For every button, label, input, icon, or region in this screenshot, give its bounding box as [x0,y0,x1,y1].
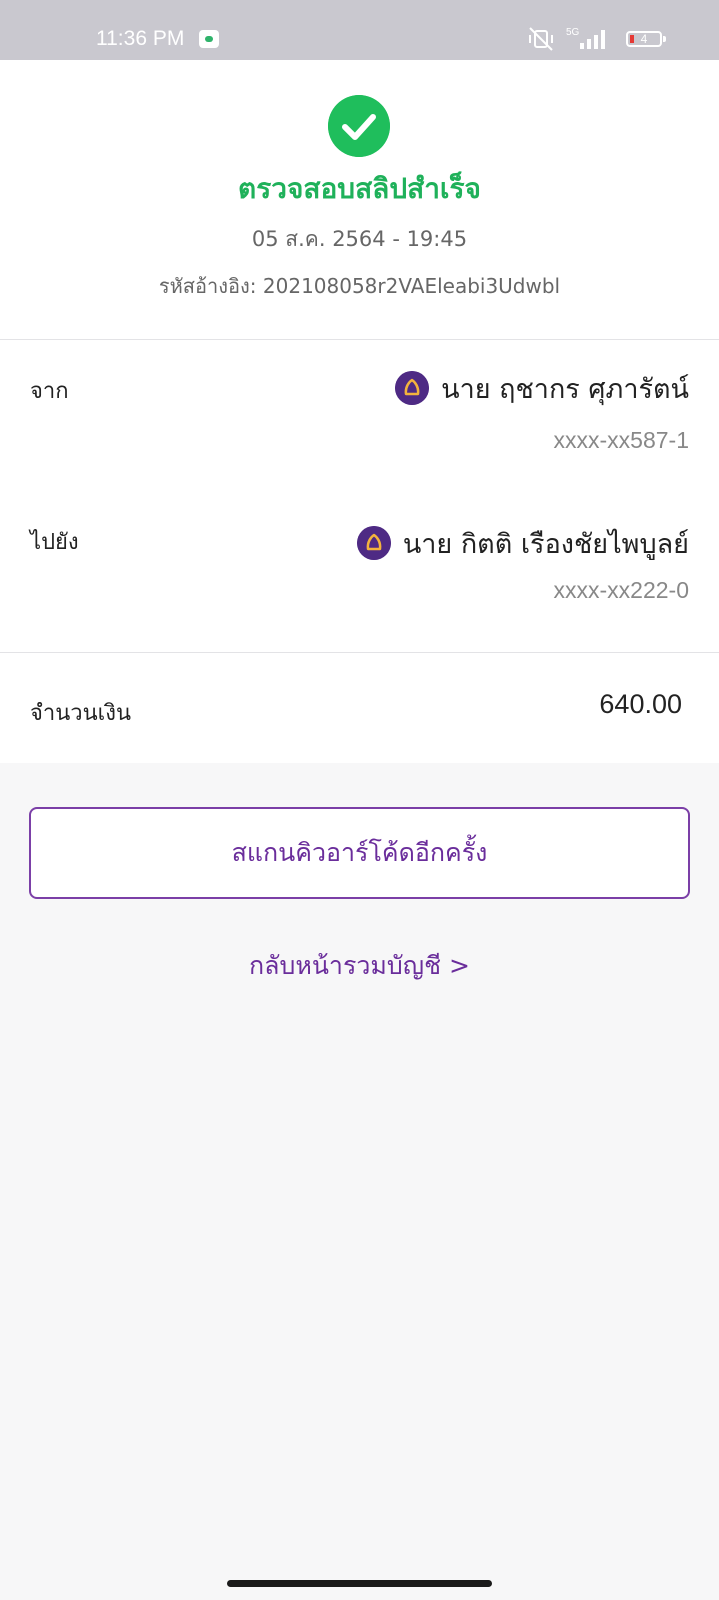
signal-icon: 5G [566,27,605,49]
battery-icon: 4 [626,31,666,47]
from-account: xxxx-xx587-1 [553,427,689,453]
status-time: 11:36 PM [96,27,185,50]
from-name: นาย ฤชากร ศุภารัตน์ [441,374,689,405]
battery-level: 4 [640,32,648,46]
to-party: นาย กิตติ เรืองชัยไพบูลย์ [356,522,689,565]
success-check-icon [328,95,390,157]
vibrate-mute-icon [529,27,553,51]
from-label: จาก [30,379,69,404]
status-bar: 11:36 PM 5G 4 [0,0,719,60]
reference-number: รหัสอ้างอิง: 202108058r2VAEleabi3Udwbl [158,274,561,298]
network-type: 5G [566,27,580,38]
scan-qr-again-button[interactable]: สแกนคิวอาร์โค้ดอีกครั้ง [29,807,690,899]
back-to-accounts-link[interactable]: กลับหน้ารวมบัญชี > [0,946,719,986]
bank-logo-icon [356,525,391,560]
verification-result-card: ตรวจสอบสลิปสำเร็จ 05 ส.ค. 2564 - 19:45 ร… [0,60,719,340]
to-account: xxxx-xx222-0 [553,577,689,603]
to-label: ไปยัง [30,530,79,555]
transfer-parties: จาก นาย ฤชากร ศุภารัตน์ xxxx-xx587-1 ไปย… [0,340,719,653]
amount-row: จำนวนเงิน 640.00 [0,653,719,763]
result-title: ตรวจสอบสลิปสำเร็จ [238,172,481,205]
home-indicator[interactable] [227,1580,492,1587]
transaction-datetime: 05 ส.ค. 2564 - 19:45 [251,227,468,251]
amount-label: จำนวนเงิน [30,701,131,726]
to-name: นาย กิตติ เรืองชัยไพบูลย์ [402,529,689,560]
bank-logo-icon [395,370,430,405]
amount-value: 640.00 [599,689,682,719]
from-party: นาย ฤชากร ศุภารัตน์ [395,367,689,410]
app-notification-icon [199,30,219,48]
